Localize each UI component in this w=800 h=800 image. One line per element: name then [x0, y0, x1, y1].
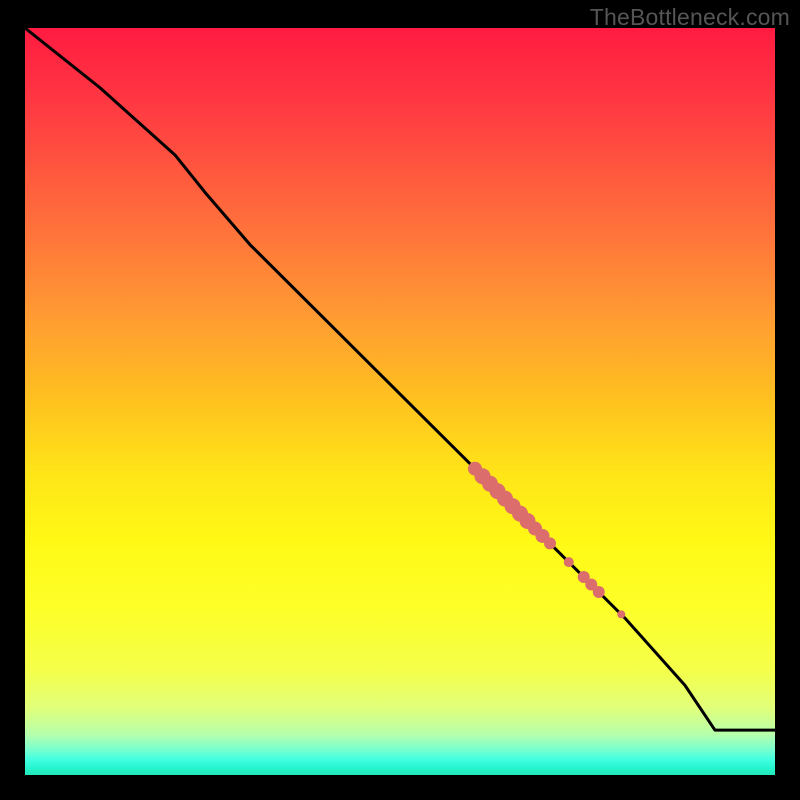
watermark-text: TheBottleneck.com	[590, 4, 790, 31]
bottleneck-curve	[25, 28, 775, 730]
data-marker	[617, 610, 625, 618]
chart-frame: TheBottleneck.com	[0, 0, 800, 800]
plot-area	[25, 28, 775, 775]
data-markers	[468, 462, 625, 619]
data-marker	[564, 557, 574, 567]
curve-layer	[25, 28, 775, 775]
data-marker	[544, 537, 556, 549]
data-marker	[593, 586, 605, 598]
